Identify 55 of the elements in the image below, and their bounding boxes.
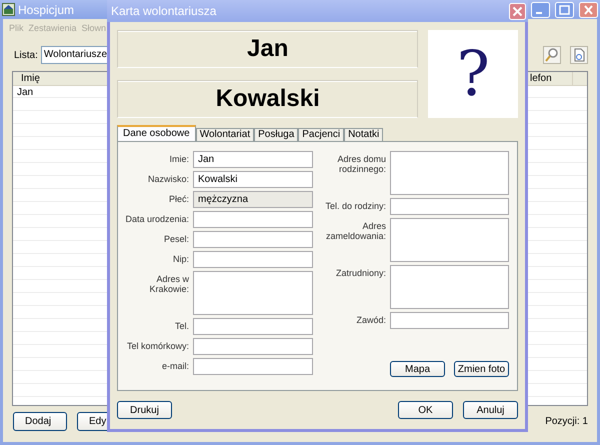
field-label: Adres domu rodzinnego:	[336, 153, 386, 176]
input-field[interactable]	[193, 211, 313, 228]
text-area[interactable]	[193, 271, 313, 315]
field-label: Pesel:	[162, 233, 189, 246]
app-icon	[2, 3, 15, 16]
input-field[interactable]	[390, 198, 509, 215]
action-button[interactable]: OK	[398, 401, 453, 419]
input-field[interactable]	[390, 312, 509, 329]
tab[interactable]: Wolontariat	[196, 128, 254, 141]
field-label: Tel komórkowy:	[126, 340, 189, 353]
action-button[interactable]: Drukuj	[117, 401, 172, 419]
field-label: Data urodzenia:	[124, 213, 189, 226]
field-label: Imie:	[168, 153, 189, 166]
text-area[interactable]	[390, 218, 509, 262]
dialog-title: Karta wolontariusza	[111, 4, 216, 18]
minimize-icon[interactable]	[531, 2, 550, 18]
action-button[interactable]: Dodaj	[13, 412, 67, 430]
window-title: Hospicjum	[18, 2, 74, 16]
input-field[interactable]	[193, 251, 313, 268]
field-label: Płeć:	[168, 193, 189, 206]
search-icon[interactable]	[543, 46, 561, 64]
input-field[interactable]	[193, 338, 313, 355]
field-label: Adres w Krakowie:	[148, 273, 189, 296]
input-field[interactable]	[193, 318, 313, 335]
photo-placeholder[interactable]: ?	[428, 30, 518, 118]
field-label: Nip:	[172, 253, 189, 266]
close-icon[interactable]	[509, 2, 526, 20]
action-button[interactable]: Mapa	[390, 361, 445, 377]
tab[interactable]: Posługa	[254, 128, 298, 141]
document-icon[interactable]	[570, 46, 588, 64]
first-name-display: Jan	[117, 30, 418, 68]
maximize-icon[interactable]	[555, 2, 574, 18]
field-label: Tel. do rodziny:	[324, 200, 386, 213]
text-area[interactable]	[390, 151, 509, 195]
field-label: Zawód:	[355, 314, 386, 327]
tab[interactable]: Pacjenci	[298, 128, 344, 141]
field-label: Nazwisko:	[146, 173, 189, 186]
tab[interactable]: Notatki	[344, 128, 384, 141]
field-label: Zatrudniony:	[334, 267, 386, 280]
input-field[interactable]	[193, 231, 313, 248]
tab[interactable]: Dane osobowe	[117, 125, 196, 141]
input-field[interactable]: Jan	[193, 151, 313, 168]
field-label: Tel.	[174, 320, 189, 333]
list-label: Lista:	[13, 50, 38, 60]
table-cell-text: Jan	[16, 86, 34, 99]
close-icon[interactable]	[579, 2, 598, 18]
text-area[interactable]	[390, 265, 509, 309]
action-button[interactable]: Anuluj	[463, 401, 518, 419]
field-label: e-mail:	[160, 360, 189, 373]
item-count: Pozycji: 1	[545, 416, 588, 426]
input-field[interactable]: Kowalski	[193, 171, 313, 188]
action-button[interactable]: Zmien foto	[454, 361, 509, 377]
last-name-display: Kowalski	[117, 80, 418, 118]
field-label: Adres zameldowania:	[324, 220, 386, 243]
input-field[interactable]	[193, 358, 313, 375]
